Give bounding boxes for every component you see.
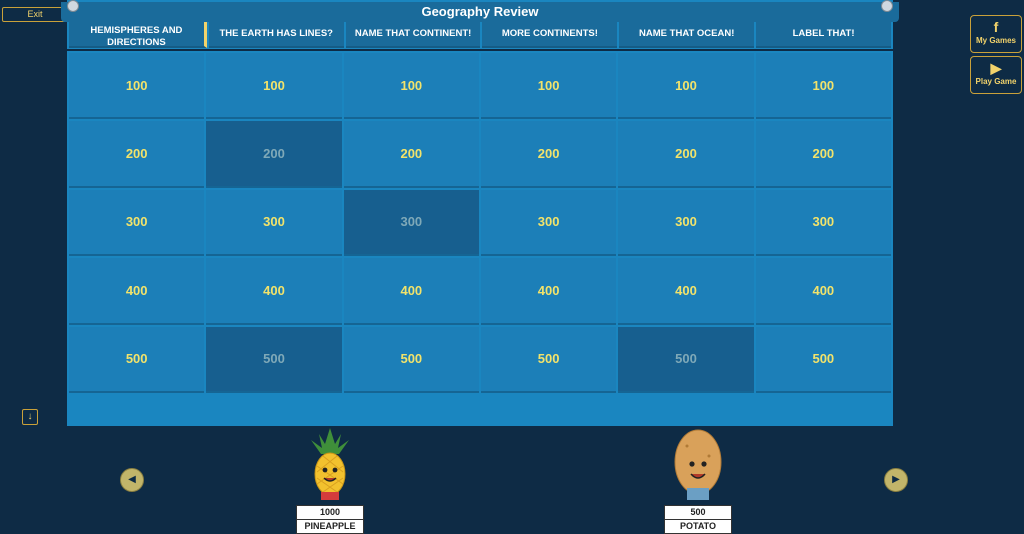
- question-cell[interactable]: 200: [755, 121, 891, 188]
- exit-button[interactable]: Exit: [2, 7, 68, 22]
- category-header-6[interactable]: LABEL THAT!: [756, 22, 891, 48]
- category-header-row: HEMISPHERES AND DIRECTIONS THE EARTH HAS…: [69, 22, 891, 48]
- play-game-label: Play Game: [975, 77, 1017, 86]
- question-cell[interactable]: 200: [343, 121, 479, 188]
- question-cell[interactable]: 100: [69, 53, 205, 120]
- player-name: POTATO: [680, 521, 716, 531]
- question-cell[interactable]: 500: [343, 326, 479, 393]
- category-header-3[interactable]: NAME THAT CONTINENT!: [345, 22, 481, 48]
- next-button[interactable]: ▶: [884, 468, 908, 492]
- question-cell[interactable]: 400: [755, 258, 891, 325]
- question-cell[interactable]: 500: [69, 326, 205, 393]
- question-cell[interactable]: 300: [206, 189, 342, 257]
- question-grid: 100 100 100 100 100 100 200 200 200 200 200 200 300 3…: [69, 53, 891, 393]
- question-cell[interactable]: 300: [480, 189, 617, 257]
- question-cell[interactable]: 100: [618, 53, 754, 120]
- pineapple-avatar: [311, 428, 349, 500]
- question-cell[interactable]: 300: [755, 189, 891, 257]
- player-score: 500: [665, 506, 731, 520]
- question-cell[interactable]: 200: [480, 121, 617, 188]
- question-cell[interactable]: 100: [343, 53, 479, 120]
- question-cell[interactable]: 200: [206, 121, 342, 188]
- question-cell[interactable]: 300: [343, 189, 479, 257]
- question-cell[interactable]: 100: [480, 53, 617, 120]
- category-header-2[interactable]: THE EARTH HAS LINES?: [208, 22, 344, 48]
- pin-icon: [881, 0, 893, 12]
- scroll-down-button[interactable]: ↓: [22, 409, 38, 425]
- question-cell[interactable]: 500: [480, 326, 617, 393]
- question-cell[interactable]: 400: [69, 258, 205, 325]
- potato-avatar: [674, 429, 722, 500]
- play-icon: ▶: [990, 60, 1002, 76]
- previous-button[interactable]: ◀: [120, 468, 144, 492]
- chevron-right-icon: ▶: [892, 474, 900, 485]
- player-score-card: 500 POTATO: [664, 505, 732, 534]
- question-cell[interactable]: 100: [206, 53, 342, 120]
- facebook-icon: f: [993, 19, 999, 35]
- game-board: Geography Review HEMISPHERES AND DIRECTI…: [61, 0, 899, 426]
- question-cell[interactable]: 100: [755, 53, 891, 120]
- player-pineapple: 1000 PINEAPPLE: [296, 426, 364, 534]
- question-cell[interactable]: 500: [755, 326, 891, 393]
- question-cell[interactable]: 200: [618, 121, 754, 188]
- question-cell[interactable]: 200: [69, 121, 205, 188]
- question-cell[interactable]: 500: [618, 326, 754, 393]
- play-game-button[interactable]: ▶ Play Game: [970, 56, 1022, 94]
- my-games-label: My Games: [975, 36, 1017, 45]
- player-score: 1000: [297, 506, 363, 520]
- arrow-down-icon: ↓: [27, 411, 33, 422]
- player-score-card: 1000 PINEAPPLE: [296, 505, 364, 534]
- question-cell[interactable]: 500: [206, 326, 342, 393]
- header-divider: [67, 49, 893, 51]
- player-potato: 500 POTATO: [664, 426, 732, 534]
- pin-icon: [67, 0, 79, 12]
- question-cell[interactable]: 300: [618, 189, 754, 257]
- category-header-5[interactable]: NAME THAT OCEAN!: [619, 22, 755, 48]
- my-games-button[interactable]: f My Games: [970, 15, 1022, 53]
- question-cell[interactable]: 400: [343, 258, 479, 325]
- question-cell[interactable]: 400: [480, 258, 617, 325]
- category-header-1[interactable]: HEMISPHERES AND DIRECTIONS: [69, 22, 207, 48]
- question-cell[interactable]: 400: [618, 258, 754, 325]
- board-title: Geography Review: [61, 2, 899, 22]
- question-cell[interactable]: 300: [69, 189, 205, 257]
- player-name: PINEAPPLE: [304, 521, 356, 531]
- chevron-left-icon: ◀: [128, 474, 136, 485]
- category-header-4[interactable]: MORE CONTINENTS!: [482, 22, 618, 48]
- question-cell[interactable]: 400: [206, 258, 342, 325]
